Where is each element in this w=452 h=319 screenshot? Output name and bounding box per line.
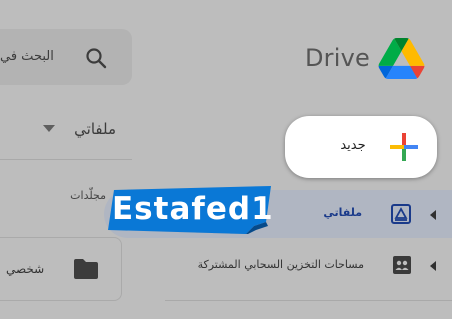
divider (165, 300, 452, 301)
folders-section-label: مجلّدات (70, 189, 106, 202)
sidebar-item-label[interactable]: مساحات التخزين السحابي المشتركة (176, 258, 364, 271)
search-icon[interactable] (84, 46, 108, 70)
google-drive-logo-icon[interactable] (378, 38, 425, 79)
my-drive-icon (391, 204, 411, 224)
divider (0, 159, 132, 160)
chevron-down-icon[interactable] (43, 125, 55, 132)
expand-arrow-icon[interactable] (430, 210, 436, 220)
shared-drives-icon (393, 256, 411, 274)
sidebar-item-label[interactable]: ملفاتي (320, 206, 362, 219)
folder-name[interactable]: شخصي (6, 262, 56, 276)
my-files-dropdown-title[interactable]: ملفاتي (66, 120, 116, 138)
expand-arrow-icon[interactable] (430, 261, 436, 271)
plus-icon[interactable] (388, 131, 420, 163)
folder-icon (74, 259, 98, 279)
app-name: Drive (305, 44, 370, 72)
watermark-text: Estafed1 (112, 191, 274, 227)
drive-page: البحث في Drive ملفاتي مجلّدات شخصي جديد … (0, 0, 452, 319)
new-button-label[interactable]: جديد (336, 138, 370, 153)
search-input[interactable]: البحث في (0, 49, 62, 69)
